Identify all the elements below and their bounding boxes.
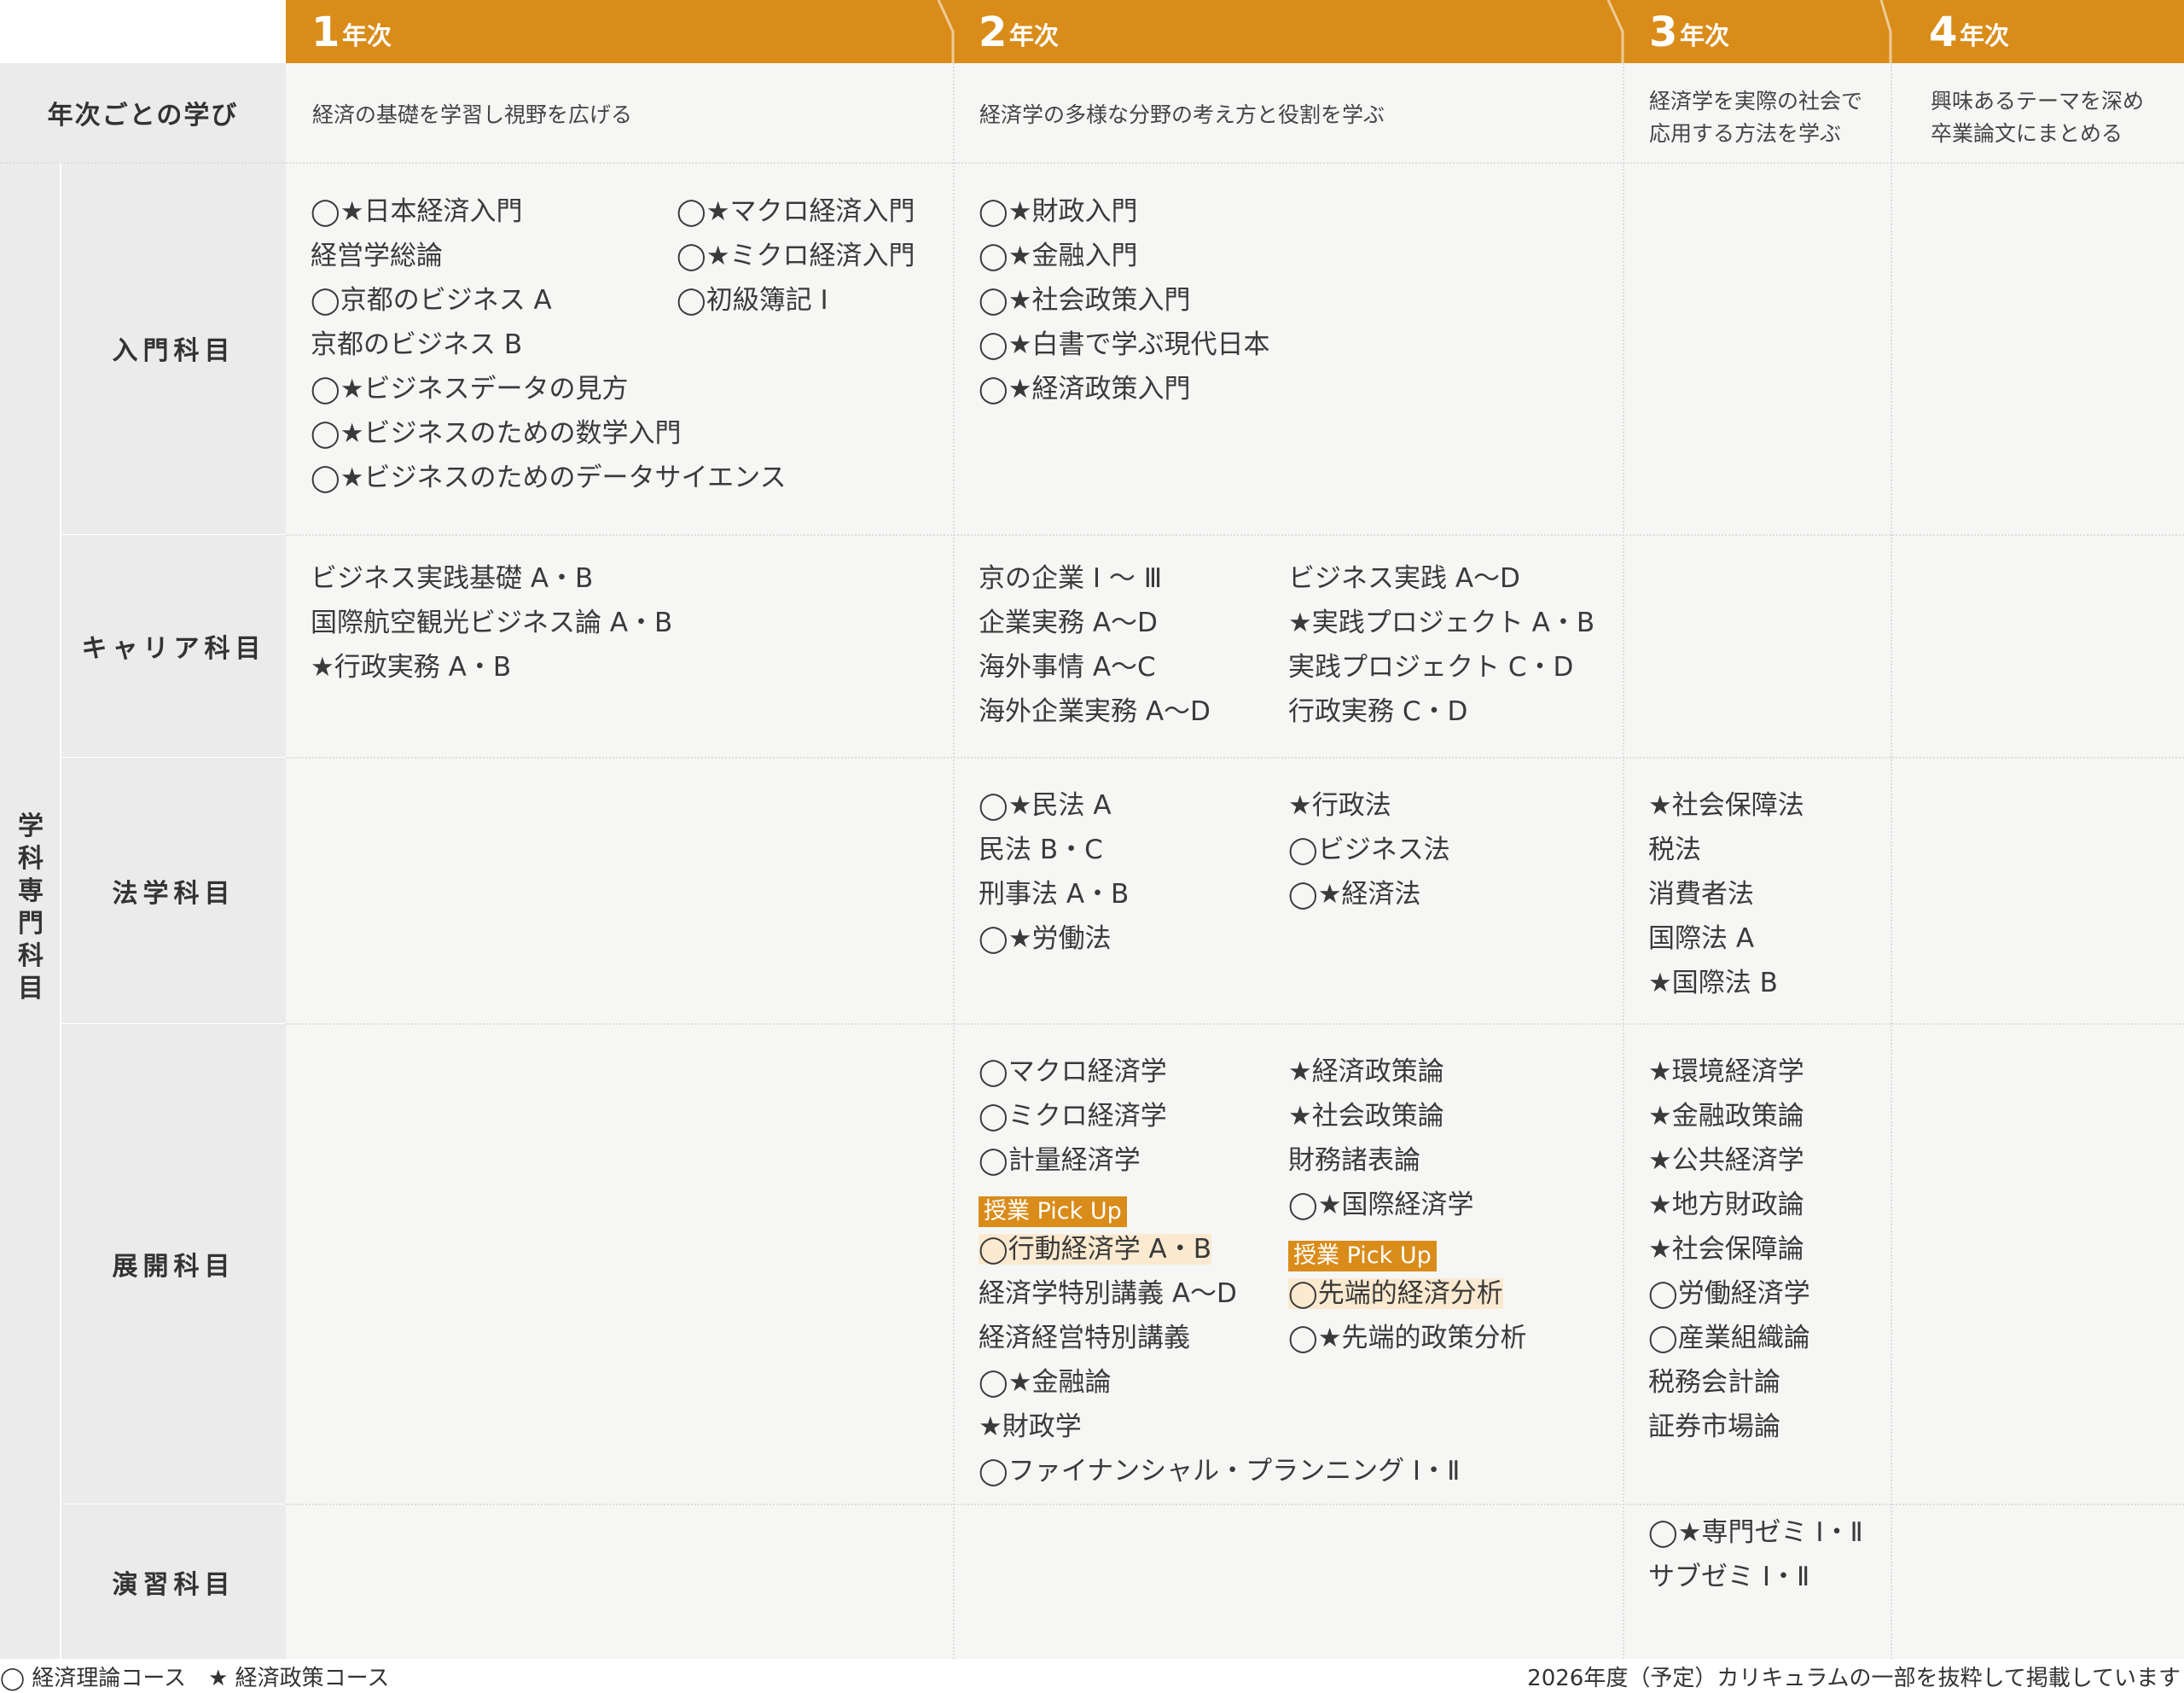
course-item: 国際航空観光ビジネス論 A・B: [311, 608, 673, 638]
row-label-seminar: 演習科目: [61, 1504, 286, 1659]
row-label-intro: 入門科目: [61, 162, 286, 534]
course-item: 刑事法 A・B: [979, 879, 1130, 910]
year-header-bar: 1 年次 2 年次 3 年次 4 年次: [286, 0, 2184, 63]
pickup-badge: 授業 Pick Up: [1288, 1241, 1437, 1271]
adv-y2-list-b: ★経済政策論 ★社会政策論 財務諸表論 ◯★国際経済学 授業 Pick Up ◯…: [1288, 1050, 1526, 1360]
course-item: ★環境経済学: [1648, 1056, 1804, 1087]
course-item: ◯★経済政策入門: [979, 374, 1191, 404]
course-item: ◯★ビジネスデータの見方: [311, 374, 629, 404]
course-item: ◯産業組織論: [1648, 1323, 1810, 1353]
course-item: 海外企業実務 A～D: [979, 696, 1211, 727]
course-item: ★財政学: [979, 1411, 1082, 1442]
learning-year-3-line-2: 応用する方法を学ぶ: [1649, 121, 1842, 146]
course-item: 実践プロジェクト C・D: [1288, 652, 1574, 683]
course-item: 証券市場論: [1648, 1411, 1780, 1442]
course-item: ◯労働経済学: [1648, 1278, 1810, 1309]
career-y2-list-b: ビジネス実践 A～D ★実践プロジェクト A・B 実践プロジェクト C・D 行政…: [1288, 556, 1594, 734]
course-item: 京都のビジネス B: [311, 329, 523, 360]
learning-year-3: 経済学を実際の社会で 応用する方法を学ぶ: [1649, 85, 1862, 150]
course-item: ◯★社会政策入門: [979, 285, 1191, 316]
intro-y2-list: ◯★財政入門 ◯★金融入門 ◯★社会政策入門 ◯★白書で学ぶ現代日本 ◯★経済政…: [979, 189, 1269, 411]
course-item: ◯★白書で学ぶ現代日本: [979, 329, 1270, 360]
learning-year-4-line-2: 卒業論文にまとめる: [1931, 121, 2123, 146]
course-item: ◯ビジネス法: [1288, 835, 1450, 865]
course-item: 財務諸表論: [1288, 1145, 1420, 1176]
footer-note: 2026年度（予定）カリキュラムの一部を抜粋して掲載しています: [1527, 1666, 2181, 1691]
course-item: ◯★ビジネスのためのデータサイエンス: [311, 463, 787, 493]
career-y1-list: ビジネス実践基礎 A・B 国際航空観光ビジネス論 A・B ★行政実務 A・B: [311, 556, 672, 689]
course-item: ★地方財政論: [1648, 1190, 1804, 1220]
course-item: ◯★マクロ経済入門: [677, 196, 915, 227]
learning-year-4-line-1: 興味あるテーマを深め: [1931, 89, 2145, 113]
course-item: ◯★民法 A: [979, 790, 1112, 821]
row-label-career: キャリア科目: [61, 535, 286, 757]
group-label: 学科専門科目: [18, 812, 44, 1004]
course-item: ◯★金融入門: [979, 241, 1138, 271]
course-item: ◯★労働法: [979, 923, 1112, 954]
course-item: 企業実務 A～D: [979, 608, 1158, 638]
row-label-advanced: 展開科目: [61, 1024, 286, 1504]
course-item: ◯初級簿記 Ⅰ: [677, 285, 828, 316]
course-item: ◯ファイナンシャル・プランニング Ⅰ・Ⅱ: [979, 1456, 1461, 1486]
course-item: ★社会保障法: [1648, 790, 1804, 821]
seminar-y3-list: ◯★専門ゼミ Ⅰ・Ⅱ サブゼミ Ⅰ・Ⅱ: [1648, 1510, 1863, 1599]
course-item: ★国際法 B: [1648, 968, 1778, 998]
course-item: ★公共経済学: [1648, 1145, 1804, 1176]
course-item: 消費者法: [1648, 879, 1754, 910]
course-item: ★経済政策論: [1288, 1056, 1444, 1087]
intro-y1-list-b: ◯★マクロ経済入門 ◯★ミクロ経済入門 ◯初級簿記 Ⅰ: [677, 189, 915, 323]
course-item: 行政実務 C・D: [1288, 696, 1468, 727]
career-y2-list-a: 京の企業 Ⅰ ～ Ⅲ 企業実務 A～D 海外事情 A～C 海外企業実務 A～D: [979, 556, 1211, 734]
learning-year-3-line-1: 経済学を実際の社会で: [1649, 89, 1863, 113]
course-item: ★金融政策論: [1648, 1101, 1804, 1132]
course-item: ★社会保障論: [1648, 1234, 1804, 1265]
course-item: 海外事情 A～C: [979, 652, 1156, 683]
course-item: 国際法 A: [1648, 923, 1755, 954]
course-item: 税法: [1648, 835, 1701, 865]
course-item: ★実践プロジェクト A・B: [1288, 608, 1595, 638]
header-separators: [937, 0, 1892, 63]
learning-row-label: 年次ごとの学び: [0, 63, 286, 162]
course-item: ◯★財政入門: [979, 196, 1138, 227]
course-item: ビジネス実践基礎 A・B: [311, 563, 594, 594]
pickup-badge: 授業 Pick Up: [979, 1196, 1127, 1227]
row-label-law: 法学科目: [61, 758, 286, 1023]
law-y2-list-a: ◯★民法 A 民法 B・C 刑事法 A・B ◯★労働法: [979, 783, 1129, 961]
course-item: ★行政法: [1288, 790, 1391, 821]
course-item: ◯★経済法: [1288, 879, 1421, 910]
course-item: ビジネス実践 A～D: [1288, 563, 1520, 594]
course-item: 京の企業 Ⅰ ～ Ⅲ: [979, 563, 1163, 594]
course-item: 税務会計論: [1648, 1367, 1780, 1398]
course-item: ★行政実務 A・B: [311, 652, 512, 683]
learning-year-2: 経済学の多様な分野の考え方と役割を学ぶ: [979, 102, 1385, 127]
course-legend: ◯ 経済理論コース ★ 経済政策コース: [0, 1666, 390, 1691]
course-item: ◯★先端的政策分析: [1288, 1323, 1527, 1353]
course-item: ◯★ビジネスのための数学入門: [311, 418, 682, 449]
course-item: ◯★ミクロ経済入門: [677, 241, 915, 271]
pickup-course: ◯行動経済学 A・B: [979, 1234, 1212, 1265]
course-item: ◯★専門ゼミ Ⅰ・Ⅱ: [1648, 1517, 1863, 1548]
pickup-course: ◯先端的経済分析: [1288, 1278, 1503, 1309]
course-item: 民法 B・C: [979, 835, 1103, 865]
law-y3-list: ★社会保障法 税法 消費者法 国際法 A ★国際法 B: [1648, 783, 1804, 1005]
course-item: サブゼミ Ⅰ・Ⅱ: [1648, 1562, 1810, 1592]
learning-year-4: 興味あるテーマを深め 卒業論文にまとめる: [1931, 85, 2144, 150]
course-item: ◯★国際経済学: [1288, 1190, 1474, 1220]
law-y2-list-b: ★行政法 ◯ビジネス法 ◯★経済法: [1288, 783, 1450, 916]
course-item: ◯★金融論: [979, 1367, 1112, 1398]
course-item: ★社会政策論: [1288, 1101, 1444, 1132]
learning-year-1: 経済の基礎を学習し視野を広げる: [312, 102, 633, 127]
adv-y3-list: ★環境経済学 ★金融政策論 ★公共経済学 ★地方財政論 ★社会保障論 ◯労働経済…: [1648, 1050, 1810, 1449]
